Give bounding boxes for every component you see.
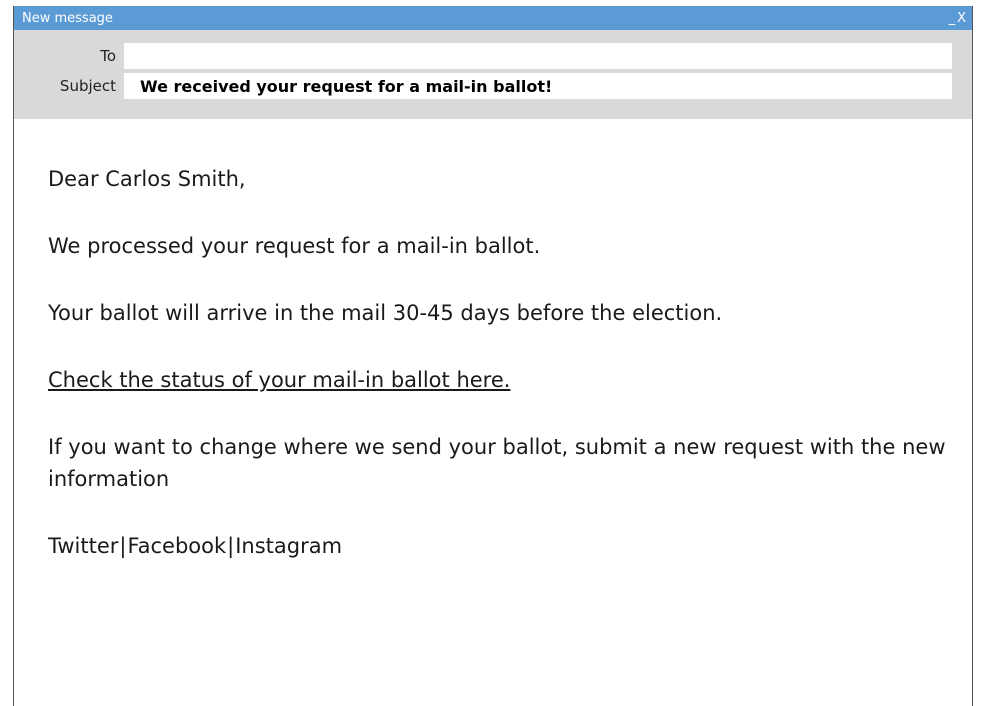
change-address-text: If you want to change where we send your… xyxy=(48,435,946,491)
greeting: Dear Carlos Smith, xyxy=(48,167,246,191)
subject-label: Subject xyxy=(59,77,116,95)
to-field[interactable] xyxy=(124,43,952,69)
instagram-link[interactable]: Instagram xyxy=(235,534,342,558)
subject-row: Subject We received your request for a m… xyxy=(14,72,972,100)
message-body[interactable]: Dear Carlos Smith, We processed your req… xyxy=(14,119,972,562)
facebook-link[interactable]: Facebook xyxy=(127,534,226,558)
minimize-button[interactable]: _ xyxy=(949,11,956,26)
email-compose-window: New message _ X To Subject We received y… xyxy=(13,6,973,706)
social-separator: | xyxy=(227,534,235,558)
close-button[interactable]: X xyxy=(957,11,966,26)
to-row: To xyxy=(14,42,972,70)
arrival-text: Your ballot will arrive in the mail 30-4… xyxy=(48,301,723,325)
title-bar: New message _ X xyxy=(14,6,972,30)
window-title: New message xyxy=(22,10,113,26)
subject-field[interactable]: We received your request for a mail-in b… xyxy=(124,73,952,99)
twitter-link[interactable]: Twitter xyxy=(48,534,118,558)
social-links: Twitter|Facebook|Instagram xyxy=(48,530,952,562)
window-controls: _ X xyxy=(949,11,966,26)
status-link[interactable]: Check the status of your mail-in ballot … xyxy=(48,368,510,392)
message-header: To Subject We received your request for … xyxy=(14,30,972,119)
processed-text: We processed your request for a mail-in … xyxy=(48,234,541,258)
to-label: To xyxy=(100,47,116,65)
